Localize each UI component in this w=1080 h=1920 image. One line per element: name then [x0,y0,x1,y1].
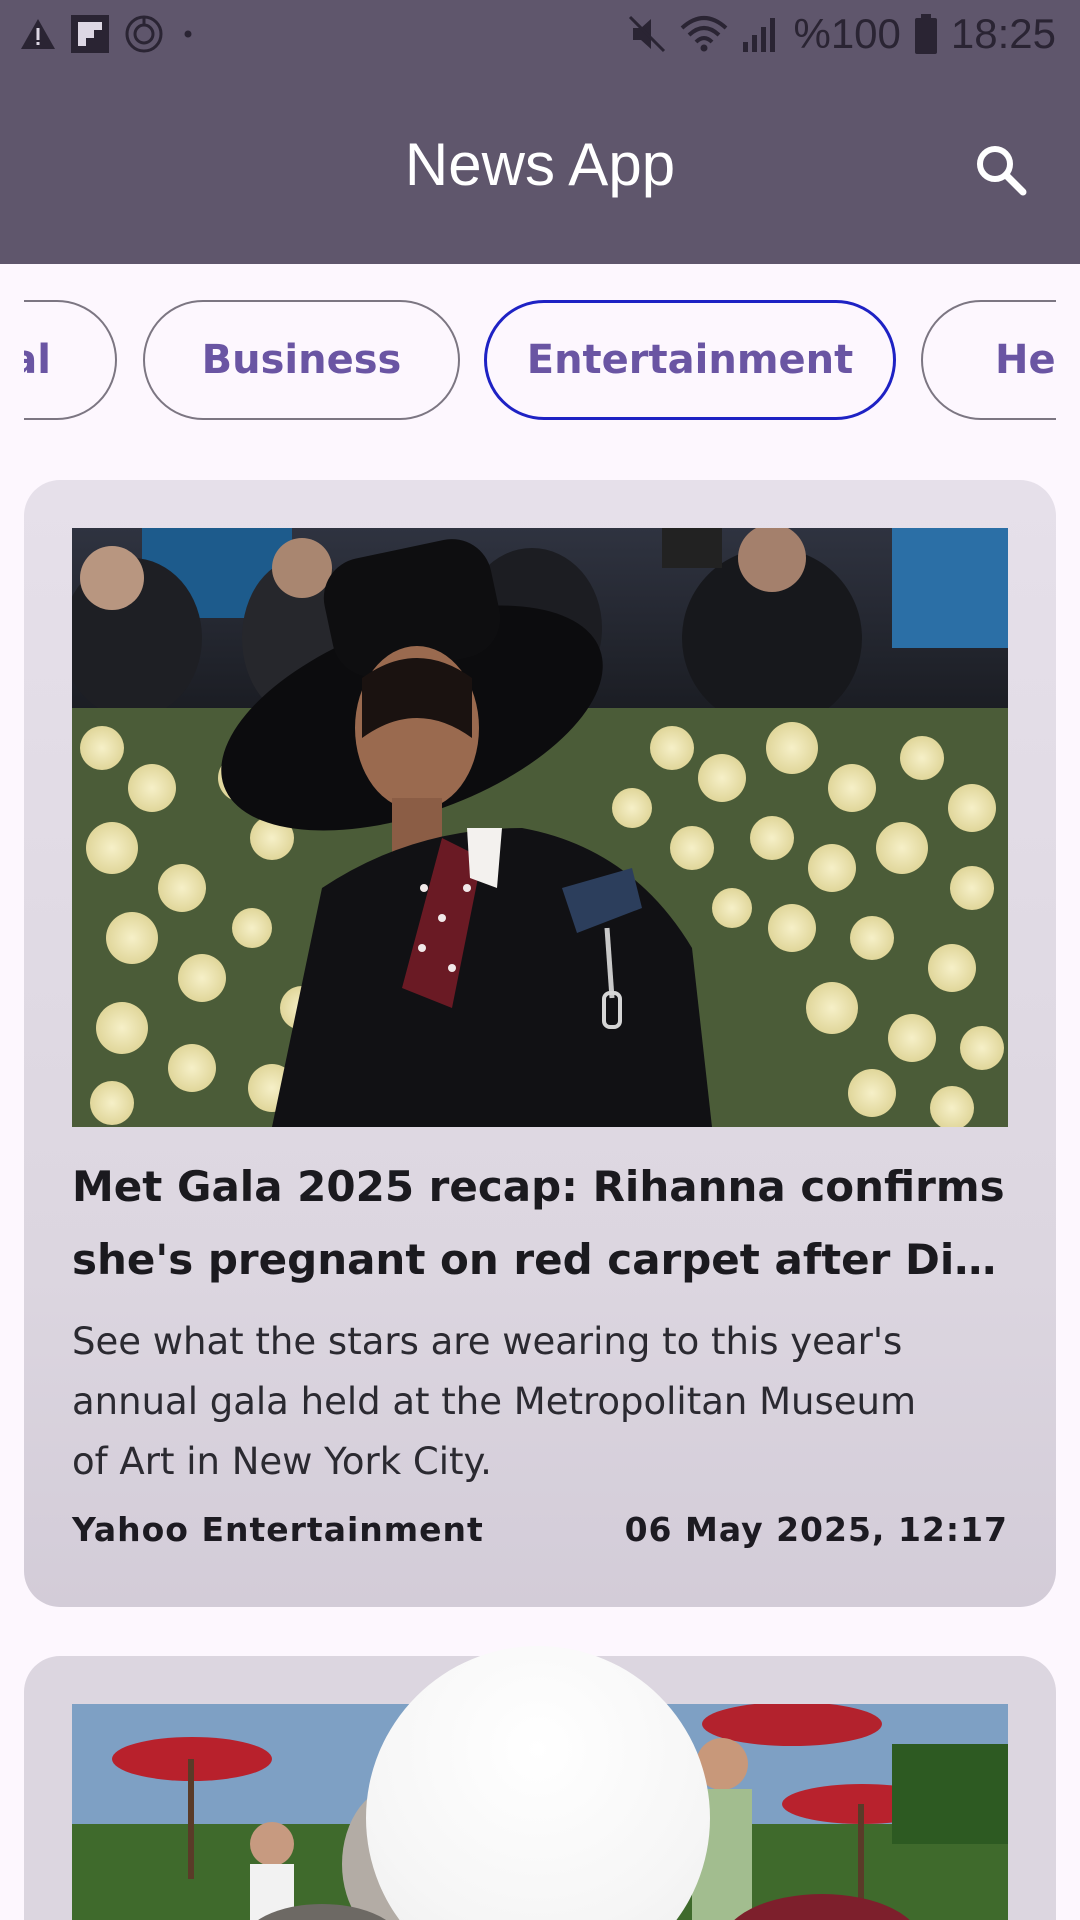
article-card[interactable]: Met Gala 2025 recap: Rihanna confirms sh… [24,480,1056,1607]
flipboard-icon [70,14,110,54]
search-icon [977,146,1027,196]
chip-general-label: al [24,337,51,383]
battery-text: %100 [793,10,901,57]
sync-icon [124,14,164,54]
article-description: See what the stars are wearing to this y… [72,1312,1008,1492]
chip-entertainment[interactable]: Entertainment [484,300,896,420]
article-date: 06 May 2025, 12:17 [624,1510,1008,1549]
article-headline: Met Gala 2025 recap: Rihanna confirms sh… [72,1150,1022,1296]
wifi-icon [679,14,729,54]
battery-icon [913,13,939,55]
chip-entertainment-label: Entertainment [526,337,854,383]
search-button[interactable] [966,135,1036,205]
chip-health[interactable]: Hea [921,300,1056,420]
article-meta: Yahoo Entertainment 06 May 2025, 12:17 [72,1510,1008,1560]
chip-business-label: Business [201,337,402,383]
category-chips[interactable]: al Business Entertainment Hea [24,300,1056,420]
app-title: News App [404,131,676,198]
clock: 18:25 [950,10,1056,57]
article-headline-line1: Met Gala 2025 recap: Rihanna confirms [72,1162,1005,1211]
status-bar: %100 18:25 [0,0,1080,75]
article-description-line1: See what the stars are wearing to this y… [72,1320,903,1363]
signal-icon [741,14,781,54]
chip-health-label: Hea [995,337,1056,383]
article-source: Yahoo Entertainment [72,1510,484,1549]
article-headline-line2: she's pregnant on red carpet after Diana… [72,1235,1022,1284]
top-app-bar: News App [0,75,1080,264]
chip-general[interactable]: al [24,300,117,420]
warning-icon [20,17,56,51]
dot-icon [178,24,198,44]
article-description-line3: of Art in New York City. [72,1440,492,1483]
chip-business[interactable]: Business [143,300,460,420]
article-description-line2: annual gala held at the Metropolitan Mus… [72,1380,916,1423]
article-image [72,528,1008,1127]
mute-icon [627,14,667,54]
